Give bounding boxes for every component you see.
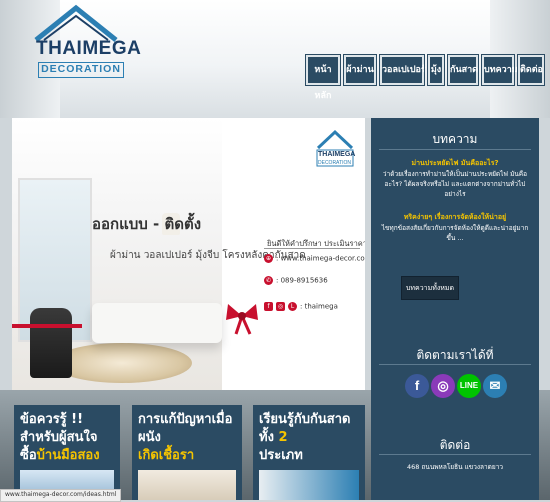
card-2-title: การแก้ปัญหาเมื่อผนังเกิดเชื้อรา — [138, 411, 236, 465]
slider-dots — [194, 388, 224, 390]
slide-headline: ออกแบบ - ติดตั้ง — [92, 215, 202, 233]
card-3-title-text: เรียนรู้กับกันสาดทั้ง — [259, 412, 351, 445]
card-awning-types[interactable]: เรียนรู้กับกันสาดทั้ง 2 ประเภท — [253, 405, 365, 500]
slide-phone: : 089-8915636 — [276, 276, 328, 285]
all-articles-button[interactable]: บทความทั้งหมด — [401, 276, 459, 300]
instagram-icon[interactable]: ◎ — [431, 374, 455, 398]
globe-icon: ⊕ — [264, 254, 273, 263]
hero-slider[interactable]: ออกแบบ - ติดตั้ง ผ้าม่าน วอลเปเปอร์ มุ้ง… — [12, 118, 365, 390]
nav-curtains[interactable]: ผ้าม่าน — [343, 54, 377, 86]
card-3-title: เรียนรู้กับกันสาดทั้ง 2 ประเภท — [259, 411, 359, 465]
logo-title: THAIMEGA — [36, 38, 142, 59]
line-icon: L — [288, 302, 297, 311]
status-bar-url: www.thaimega-decor.com/ideas.html — [0, 489, 122, 502]
article-2-excerpt: ไขทุกข้อสงสัยเกี่ยวกับการจัดห้องให้ดูดีแ… — [381, 224, 529, 242]
card-1-title-accent: บ้านมือสอง — [36, 448, 100, 463]
nav-wallpaper[interactable]: วอลเปเปอร์ — [379, 54, 426, 86]
article-1-link[interactable]: ม่านประหยัดไฟ มันคืออะไร? — [379, 158, 531, 169]
email-icon[interactable]: ✉ — [483, 374, 507, 398]
slide-divider — [264, 248, 360, 249]
nav-contact[interactable]: ติดต่อ — [517, 54, 545, 86]
slide-social-row: f ◎ L: thaimega — [264, 302, 338, 311]
slide-logo-title: THAIMEGA — [318, 151, 356, 158]
card-secondhand-house[interactable]: ข้อควรรู้ !! สำหรับผู้สนใจซื้อบ้านมือสอง — [14, 405, 120, 500]
follow-divider — [379, 364, 531, 365]
contact-divider — [379, 454, 531, 455]
articles-divider — [379, 149, 531, 150]
facebook-icon: f — [264, 302, 273, 311]
slide-logo-subtitle: DECORATION — [318, 160, 351, 166]
nav-home[interactable]: หน้าหลัก — [305, 54, 341, 101]
line-icon[interactable]: LINE — [457, 374, 481, 398]
phone-icon: ✆ — [264, 276, 273, 285]
instagram-icon: ◎ — [276, 302, 285, 311]
site-logo[interactable]: THAIMEGA DECORATION — [26, 4, 141, 86]
card-2-image — [138, 470, 236, 500]
slide-website-row: ⊕: www.thaimega-decor.com — [264, 254, 365, 263]
contact-title: ติดต่อ — [439, 438, 471, 452]
follow-title: ติดตามเราได้ที่ — [416, 348, 494, 362]
nav-awnings[interactable]: กันสาด — [447, 54, 479, 86]
nav-screens[interactable]: มุ้ง — [427, 54, 445, 86]
bed-image — [92, 303, 222, 343]
card-1-title: ข้อควรรู้ !! สำหรับผู้สนใจซื้อบ้านมือสอง — [20, 411, 114, 465]
contact-address: 468 ถนนพหลโยธิน แขวงลาดยาว — [406, 463, 504, 471]
slide-social: : thaimega — [300, 302, 338, 311]
slide-website: : www.thaimega-decor.com — [276, 254, 365, 263]
sidebar: บทความ ม่านประหยัดไฟ มันคืออะไร? ว่าด้วย… — [371, 118, 539, 500]
card-3-title-tail: ประเภท — [259, 448, 303, 463]
card-3-title-accent: 2 — [278, 430, 288, 445]
card-mold-wall[interactable]: การแก้ปัญหาเมื่อผนังเกิดเชื้อรา — [132, 405, 242, 500]
chair-image — [30, 308, 72, 378]
card-2-title-text: การแก้ปัญหาเมื่อผนัง — [138, 412, 233, 445]
nav-articles[interactable]: บทความ — [481, 54, 518, 86]
ribbon-bow-icon — [226, 304, 258, 335]
card-2-title-accent: เกิดเชื้อรา — [138, 448, 195, 463]
logo-subtitle: DECORATION — [38, 62, 124, 78]
facebook-icon[interactable]: f — [405, 374, 429, 398]
articles-title: บทความ — [432, 132, 478, 146]
rug-image — [52, 343, 192, 383]
article-1-excerpt: ว่าด้วยเรื่องการทำม่านให้เป็นม่านประหยัด… — [382, 170, 528, 198]
article-2-link[interactable]: ทริคง่ายๆ เรื่องการจัดห้องให้น่าอยู่ — [379, 212, 531, 223]
slide-phone-row: ✆: 089-8915636 — [264, 276, 328, 285]
red-divider-left — [12, 324, 82, 328]
card-3-image — [259, 470, 359, 500]
